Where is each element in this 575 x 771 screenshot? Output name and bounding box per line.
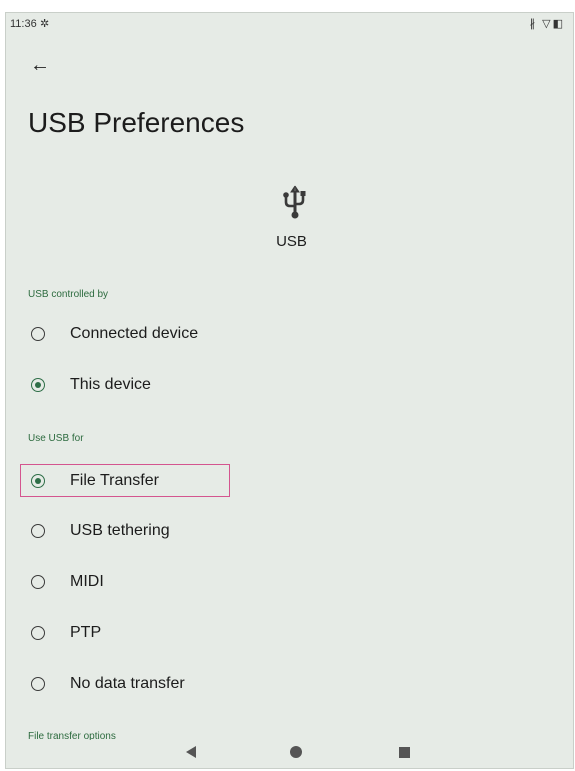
nav-home-icon[interactable]: [290, 746, 302, 758]
screen: 11:36 ✲ ∦ ▽◧ ← USB Preferences USB USB c…: [5, 12, 574, 769]
section-header-use-usb-for: Use USB for: [28, 433, 84, 444]
option-no-data-transfer[interactable]: No data transfer: [20, 668, 540, 700]
option-label: Connected device: [70, 325, 199, 342]
option-midi[interactable]: MIDI: [20, 566, 540, 598]
radio-unchecked-icon[interactable]: [31, 677, 45, 691]
settings-gear-icon: ✲: [40, 18, 50, 30]
radio-unchecked-icon[interactable]: [31, 524, 45, 538]
option-connected-device[interactable]: Connected device: [20, 318, 540, 350]
option-label: PTP: [70, 624, 102, 641]
radio-unchecked-icon[interactable]: [31, 575, 45, 589]
nav-recents-icon[interactable]: [399, 747, 410, 758]
option-label: This device: [70, 376, 151, 393]
usb-device-label: USB: [276, 233, 307, 250]
nav-back-icon[interactable]: [186, 746, 196, 758]
option-label: MIDI: [70, 573, 104, 590]
status-time: 11:36: [10, 18, 37, 30]
option-label: File Transfer: [70, 472, 159, 489]
usb-icon: [283, 185, 306, 219]
option-file-transfer[interactable]: File Transfer: [20, 465, 540, 497]
status-icons: ∦ ▽◧: [529, 18, 565, 30]
status-bar: 11:36 ✲ ∦ ▽◧: [6, 13, 573, 35]
radio-unchecked-icon[interactable]: [31, 626, 45, 640]
radio-checked-icon[interactable]: [31, 378, 45, 392]
radio-checked-icon[interactable]: [31, 474, 45, 488]
option-usb-tethering[interactable]: USB tethering: [20, 515, 540, 547]
option-ptp[interactable]: PTP: [20, 617, 540, 649]
navigation-bar: [6, 740, 573, 768]
radio-unchecked-icon[interactable]: [31, 327, 45, 341]
option-this-device[interactable]: This device: [20, 369, 540, 401]
option-label: No data transfer: [70, 675, 185, 692]
back-arrow-icon[interactable]: ←: [28, 53, 52, 77]
option-label: USB tethering: [70, 522, 170, 539]
page-title: USB Preferences: [28, 107, 245, 138]
section-header-controlled-by: USB controlled by: [28, 289, 109, 300]
